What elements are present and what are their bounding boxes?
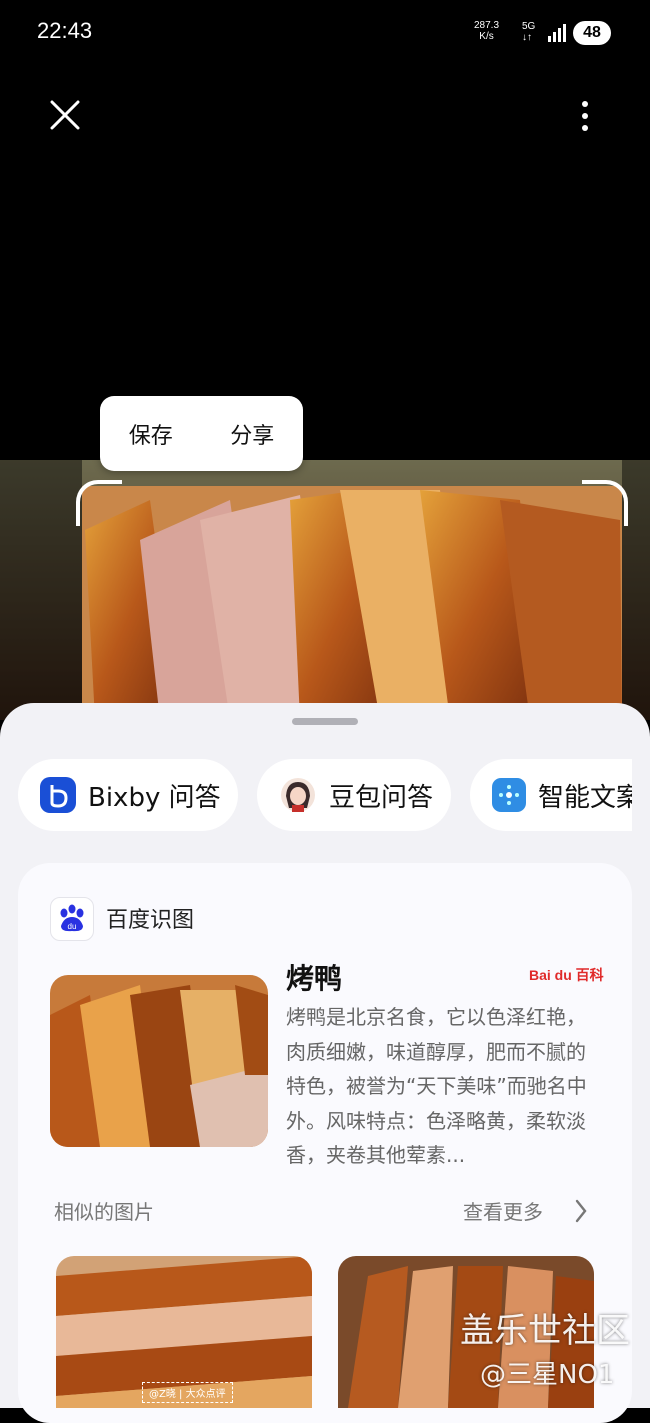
thumb-caption: @Z晓 | 大众点评	[142, 1382, 233, 1403]
watermark-line-1: 盖乐世社区	[460, 1311, 630, 1351]
sheet-handle[interactable]	[292, 718, 358, 725]
bixby-icon	[40, 777, 76, 813]
signal-icon	[548, 24, 566, 42]
similar-image-1[interactable]: @Z晓 | 大众点评	[56, 1256, 312, 1408]
context-menu: 保存 分享	[100, 396, 303, 471]
doubao-avatar-icon	[281, 778, 315, 812]
network-speed-unit: K/s	[479, 31, 494, 42]
share-button[interactable]: 分享	[230, 418, 274, 450]
smart-copy-label: 智能文案	[538, 782, 632, 813]
selection-corner-top-right[interactable]	[582, 480, 628, 526]
baidu-paw-icon: du	[50, 897, 94, 941]
more-vertical-icon[interactable]	[573, 98, 597, 134]
smart-copy-icon	[492, 778, 526, 812]
result-title: 烤鸭	[286, 962, 343, 995]
baike-logo: Bai du 百科	[529, 967, 604, 983]
close-icon[interactable]	[48, 98, 82, 132]
watermark-line-2: @三星NO1	[480, 1360, 615, 1390]
battery-indicator: 48	[573, 21, 611, 45]
network-type: 5G ↓↑	[522, 21, 535, 43]
bixby-qa-button[interactable]: Bixby 问答	[18, 759, 238, 831]
doubao-qa-button[interactable]: 豆包问答	[257, 759, 451, 831]
result-description: 烤鸭是北京名食，它以色泽红艳，肉质细嫩，味道醇厚，肥而不腻的特色，被誉为“天下美…	[286, 1005, 587, 1167]
result-thumbnail[interactable]	[50, 975, 268, 1147]
see-more-label: 查看更多	[463, 1200, 543, 1224]
selection-frame[interactable]	[76, 480, 628, 705]
see-more-link[interactable]: 查看更多	[463, 1196, 543, 1225]
source-label: 百度识图	[106, 908, 195, 933]
doubao-qa-label: 豆包问答	[329, 782, 434, 813]
network-speed-value: 287.3	[474, 20, 500, 31]
status-time: 22:43	[37, 18, 93, 43]
save-button[interactable]: 保存	[129, 418, 173, 450]
network-type-label: 5G	[522, 21, 536, 32]
similar-images-label: 相似的图片	[54, 1200, 154, 1224]
chevron-right-icon[interactable]	[573, 1198, 589, 1224]
network-speed: 287.3 K/s	[474, 20, 499, 42]
smart-copy-button[interactable]: 智能文案	[470, 759, 632, 831]
bixby-qa-label: Bixby 问答	[88, 782, 221, 813]
data-arrows-icon: ↓↑	[522, 32, 532, 43]
svg-text:du: du	[68, 922, 77, 931]
selection-corner-top-left[interactable]	[76, 480, 122, 526]
